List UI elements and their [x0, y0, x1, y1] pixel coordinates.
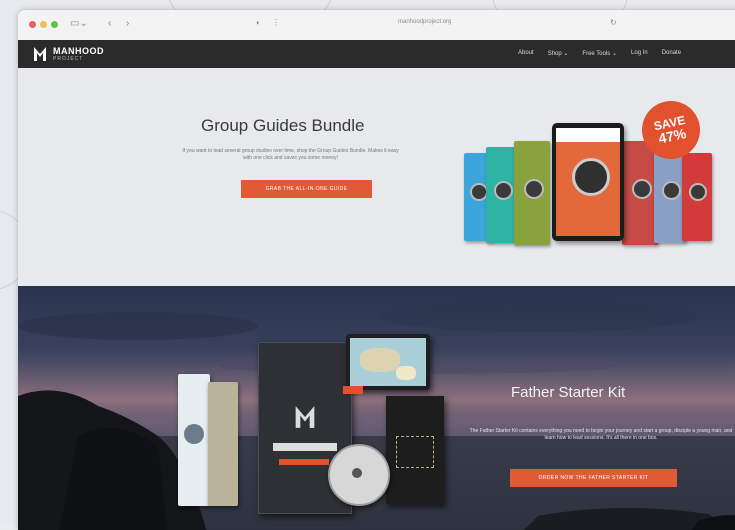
nav-item-login[interactable]: Log In: [631, 50, 648, 57]
nav-item-shop[interactable]: Shop ⌄: [548, 50, 569, 57]
forward-icon[interactable]: ›: [126, 18, 129, 29]
kit-sticker: [343, 386, 363, 394]
sidebar-icon[interactable]: ▭⌄: [70, 18, 88, 29]
browser-window: ▭⌄ ‹ › ◐ ⋮ manhoodproject.org ↻ MANHOOD …: [18, 10, 735, 530]
reload-icon[interactable]: ↻: [610, 18, 617, 27]
menu-dots-icon[interactable]: ⋮: [272, 18, 280, 27]
nav-item-shop-label: Shop: [547, 51, 562, 57]
starter-kit-title: Father Starter Kit: [511, 384, 626, 401]
group-guides-title: Group Guides Bundle: [201, 116, 365, 135]
guide-book-tan: [208, 382, 238, 506]
shield-icon[interactable]: ◐: [256, 18, 261, 27]
father-starter-kit-section: Father Starter Kit The Father Starter Ki…: [18, 286, 735, 530]
logo-subtext: PROJECT: [53, 55, 84, 62]
guide-book-red: [622, 141, 658, 245]
guide-book-crimson: [682, 153, 712, 241]
group-guides-section: Group Guides Bundle If you want to lead …: [18, 68, 735, 286]
site-navbar: MANHOOD PROJECT About Shop ⌄ Free Tools …: [18, 40, 735, 68]
guide-tablet: [552, 123, 624, 241]
group-guides-button[interactable]: Grab the all-in-one guide: [241, 180, 372, 198]
minimize-window-button[interactable]: [40, 21, 47, 28]
address-bar[interactable]: manhoodproject.org: [398, 19, 451, 25]
site-logo[interactable]: MANHOOD PROJECT: [32, 45, 104, 63]
starter-kit-description: The Father Starter Kit contains everythi…: [469, 428, 733, 441]
guide-book-white: [178, 374, 210, 506]
chevron-down-icon: ⌄: [611, 51, 618, 57]
starter-kit-button[interactable]: Order now the Father Starter Kit: [510, 469, 677, 487]
nav-item-about[interactable]: About: [518, 50, 534, 57]
nav-item-donate[interactable]: Donate: [662, 50, 681, 57]
group-guides-description: If you want to lead several group studie…: [182, 148, 399, 161]
kit-book-dark: [386, 396, 444, 504]
kit-tablet: [346, 334, 430, 390]
zoom-window-button[interactable]: [51, 21, 58, 28]
browser-titlebar: ▭⌄ ‹ › ◐ ⋮ manhoodproject.org ↻: [18, 10, 735, 41]
starter-kit-products-image[interactable]: [178, 334, 448, 530]
kit-dvd: [328, 444, 390, 506]
logo-text: MANHOOD: [53, 45, 104, 56]
close-window-button[interactable]: [29, 21, 36, 28]
nav-item-free-tools[interactable]: Free Tools ⌄: [582, 50, 617, 57]
guide-book-green: [514, 141, 550, 245]
back-icon[interactable]: ‹: [108, 18, 111, 29]
logo-mark-icon: [34, 47, 46, 61]
chevron-down-icon: ⌄: [563, 51, 569, 57]
guides-bundle-image[interactable]: SAVE 47%: [464, 95, 724, 283]
nav-item-free-tools-label: Free Tools: [582, 51, 611, 57]
site-nav-menu: About Shop ⌄ Free Tools ⌄ Log In Donate: [518, 50, 681, 57]
